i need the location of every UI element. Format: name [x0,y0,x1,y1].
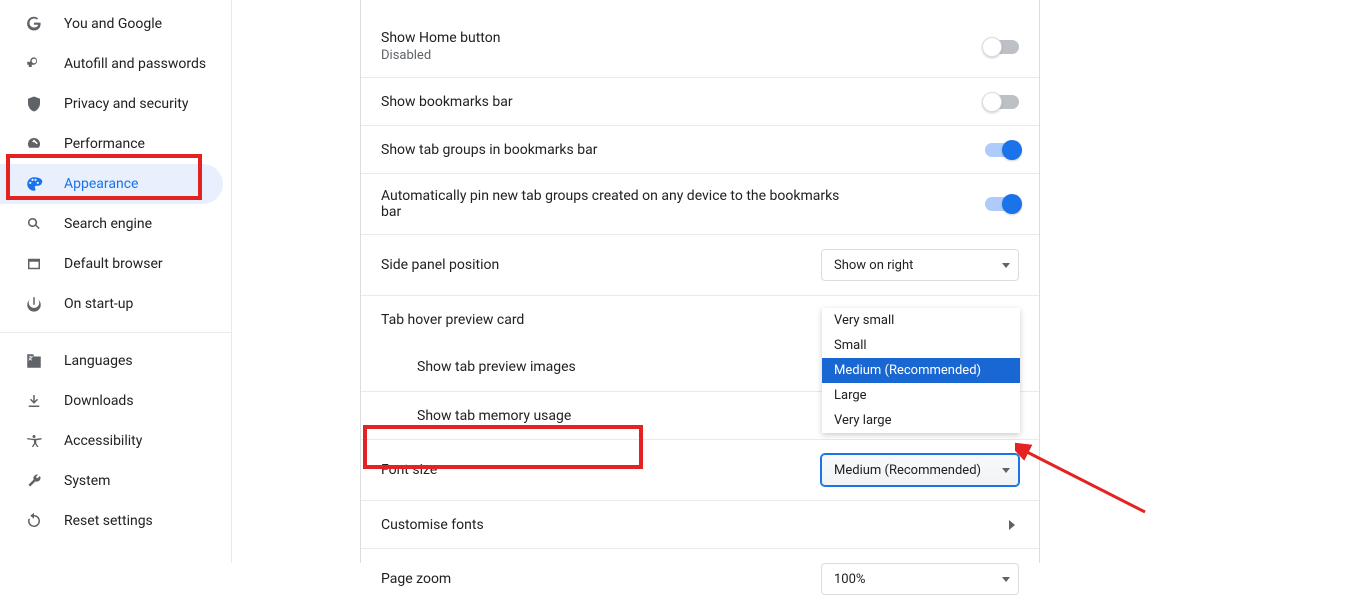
sidebar-item-label: Appearance [64,176,138,192]
settings-sidebar[interactable]: You and Google Autofill and passwords Pr… [0,0,232,563]
browser-icon [24,254,44,274]
row-auto-pin-tab-groups[interactable]: Automatically pin new tab groups created… [361,173,1039,234]
sidebar-item-accessibility[interactable]: Accessibility [0,421,231,461]
select-value: Show on right [834,258,913,273]
row-label: Show tab memory usage [417,408,571,424]
shield-icon [24,94,44,114]
row-bookmarks-bar[interactable]: Show bookmarks bar [361,77,1039,125]
font-size-dropdown[interactable]: Very small Small Medium (Recommended) La… [822,308,1020,433]
sidebar-item-appearance[interactable]: Appearance [0,164,223,204]
font-size-option-very-large[interactable]: Very large [822,408,1020,433]
sidebar-item-reset[interactable]: Reset settings [0,501,231,541]
toggle-show-home[interactable] [985,40,1019,54]
sidebar-item-label: Default browser [64,256,163,272]
row-label: Tab hover preview card [381,312,524,328]
row-sublabel: Disabled [381,48,500,63]
row-page-zoom[interactable]: Page zoom 100% [361,548,1039,609]
row-label: Show Home button [381,30,500,46]
row-label: Font size [381,462,437,478]
search-icon [24,214,44,234]
palette-icon [24,174,44,194]
reset-icon [24,511,44,531]
key-icon [24,54,44,74]
chevron-right-icon [1009,520,1015,530]
row-label: Show bookmarks bar [381,94,513,110]
sidebar-item-label: Reset settings [64,513,153,529]
row-label: Customise fonts [381,517,484,533]
sidebar-item-performance[interactable]: Performance [0,124,231,164]
sidebar-item-label: Downloads [64,393,134,409]
power-icon [24,294,44,314]
row-side-panel-position[interactable]: Side panel position Show on right [361,234,1039,295]
chevron-down-icon [1002,468,1010,473]
sidebar-item-label: Languages [64,353,133,369]
row-customise-fonts[interactable]: Customise fonts [361,500,1039,548]
font-size-option-large[interactable]: Large [822,383,1020,408]
sidebar-item-system[interactable]: System [0,461,231,501]
toggle-tab-groups-bookmarks[interactable] [985,143,1019,157]
select-side-panel-position[interactable]: Show on right [821,249,1019,281]
sidebar-item-default-browser[interactable]: Default browser [0,244,231,284]
sidebar-item-label: Search engine [64,216,152,232]
row-label: Page zoom [381,571,451,587]
sidebar-separator [0,332,231,333]
sidebar-item-label: Accessibility [64,433,142,449]
select-value: Medium (Recommended) [834,463,981,478]
toggle-bookmarks-bar[interactable] [985,95,1019,109]
sidebar-item-label: System [64,473,110,489]
sidebar-item-languages[interactable]: Languages [0,341,231,381]
download-icon [24,391,44,411]
row-show-home-button[interactable]: Show Home button Disabled [361,0,1039,77]
row-font-size[interactable]: Font size Medium (Recommended) [361,439,1039,500]
chevron-down-icon [1002,263,1010,268]
row-label: Show tab preview images [417,359,576,375]
select-font-size[interactable]: Medium (Recommended) [821,454,1019,486]
wrench-icon [24,471,44,491]
settings-content: Show Home button Disabled Show bookmarks… [360,0,1040,563]
sidebar-item-label: You and Google [64,16,162,32]
sidebar-item-on-startup[interactable]: On start-up [0,284,231,324]
row-label: Automatically pin new tab groups created… [381,188,861,220]
row-tab-groups-bookmarks[interactable]: Show tab groups in bookmarks bar [361,125,1039,173]
row-label: Side panel position [381,257,499,273]
translate-icon [24,351,44,371]
sidebar-item-you-and-google[interactable]: You and Google [0,4,231,44]
font-size-option-very-small[interactable]: Very small [822,308,1020,333]
accessibility-icon [24,431,44,451]
sidebar-item-label: On start-up [64,296,133,312]
sidebar-item-downloads[interactable]: Downloads [0,381,231,421]
select-value: 100% [834,572,865,587]
speedometer-icon [24,134,44,154]
font-size-option-small[interactable]: Small [822,333,1020,358]
chevron-down-icon [1002,577,1010,582]
toggle-auto-pin-tab-groups[interactable] [985,197,1019,211]
font-size-option-medium[interactable]: Medium (Recommended) [822,358,1020,383]
sidebar-item-autofill[interactable]: Autofill and passwords [0,44,231,84]
select-page-zoom[interactable]: 100% [821,563,1019,595]
sidebar-item-privacy[interactable]: Privacy and security [0,84,231,124]
sidebar-item-label: Performance [64,136,145,152]
row-label: Show tab groups in bookmarks bar [381,142,597,158]
google-icon [24,14,44,34]
sidebar-item-label: Autofill and passwords [64,56,206,72]
sidebar-item-label: Privacy and security [64,96,188,112]
sidebar-item-search-engine[interactable]: Search engine [0,204,231,244]
